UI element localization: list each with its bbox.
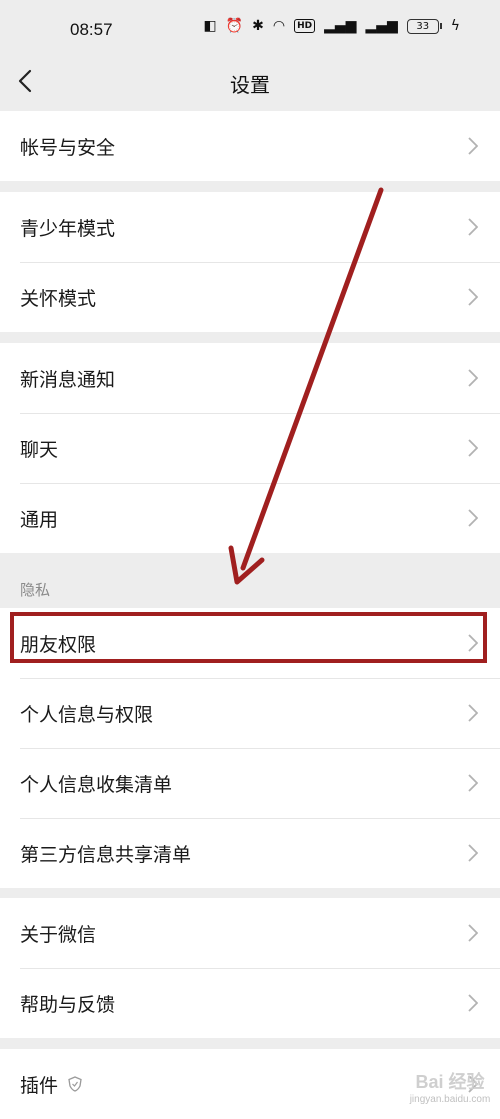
row-label: 个人信息收集清单	[20, 773, 173, 796]
charging-icon: ϟ	[450, 18, 460, 34]
row-personal-info-permissions[interactable]: 个人信息与权限	[0, 678, 500, 748]
watermark: Bai 经验 jingyan.baidu.com	[405, 1068, 495, 1108]
row-label: 聊天	[20, 438, 59, 461]
battery-icon: 33	[406, 18, 442, 34]
row-about-wechat[interactable]: 关于微信	[0, 898, 500, 968]
status-time: 08:57	[70, 20, 113, 39]
signal-icon-2: ▂▄▆	[365, 18, 398, 34]
row-label: 关怀模式	[20, 287, 97, 310]
chevron-right-icon	[468, 634, 478, 652]
row-label: 帮助与反馈	[20, 993, 116, 1016]
chevron-right-icon	[468, 369, 478, 387]
signal-icon-1: ▂▄▆	[324, 18, 357, 34]
watermark-url: jingyan.baidu.com	[409, 1094, 491, 1105]
battery-level: 33	[406, 18, 439, 34]
settings-group-modes: 青少年模式 关怀模式	[0, 192, 500, 332]
settings-group-about: 关于微信 帮助与反馈	[0, 898, 500, 1038]
row-general[interactable]: 通用	[0, 483, 500, 553]
row-label: 通用	[20, 508, 59, 531]
row-teen-mode[interactable]: 青少年模式	[0, 192, 500, 262]
chevron-right-icon	[468, 774, 478, 792]
alarm-icon: ⏰	[225, 18, 244, 34]
row-label: 第三方信息共享清单	[20, 843, 192, 866]
chevron-right-icon	[468, 137, 478, 155]
nav-bar: 设置	[0, 56, 500, 108]
status-icons: ◧ ⏰ ✱ ◠ HD ▂▄▆ ▂▄▆ 33 ϟ	[203, 18, 460, 34]
nfc-icon: ◧	[203, 18, 217, 34]
chevron-right-icon	[468, 844, 478, 862]
row-label: 关于微信	[20, 923, 97, 946]
row-account-security[interactable]: 帐号与安全	[0, 111, 500, 181]
row-new-message-notify[interactable]: 新消息通知	[0, 343, 500, 413]
row-label: 朋友权限	[20, 633, 97, 656]
bluetooth-icon: ✱	[252, 18, 264, 34]
row-label: 个人信息与权限	[20, 703, 154, 726]
row-personal-info-list[interactable]: 个人信息收集清单	[0, 748, 500, 818]
watermark-brand: Bai 经验	[415, 1072, 485, 1092]
shield-icon	[68, 1076, 82, 1092]
wifi-icon: ◠	[272, 18, 286, 34]
row-third-party-sharing-list[interactable]: 第三方信息共享清单	[0, 818, 500, 888]
settings-group-account: 帐号与安全	[0, 111, 500, 181]
row-help-feedback[interactable]: 帮助与反馈	[0, 968, 500, 1038]
chevron-right-icon	[468, 288, 478, 306]
row-chat[interactable]: 聊天	[0, 413, 500, 483]
hd-badge: HD	[294, 19, 316, 33]
chevron-right-icon	[468, 218, 478, 236]
settings-group-privacy: 朋友权限 个人信息与权限 个人信息收集清单 第三方信息共享清单	[0, 608, 500, 888]
row-label: 插件	[20, 1074, 59, 1097]
status-bar: 08:57 ◧ ⏰ ✱ ◠ HD ▂▄▆ ▂▄▆ 33 ϟ	[0, 0, 500, 56]
chevron-right-icon	[468, 704, 478, 722]
row-label: 帐号与安全	[20, 136, 116, 159]
row-care-mode[interactable]: 关怀模式	[0, 262, 500, 332]
settings-group-general: 新消息通知 聊天 通用	[0, 343, 500, 553]
chevron-right-icon	[468, 924, 478, 942]
chevron-right-icon	[468, 994, 478, 1012]
chevron-right-icon	[468, 439, 478, 457]
row-label: 青少年模式	[20, 217, 116, 240]
section-label-privacy: 隐私	[20, 581, 51, 599]
row-label: 新消息通知	[20, 368, 116, 391]
chevron-right-icon	[468, 509, 478, 527]
row-friend-permissions[interactable]: 朋友权限	[0, 608, 500, 678]
page-title: 设置	[230, 73, 270, 97]
